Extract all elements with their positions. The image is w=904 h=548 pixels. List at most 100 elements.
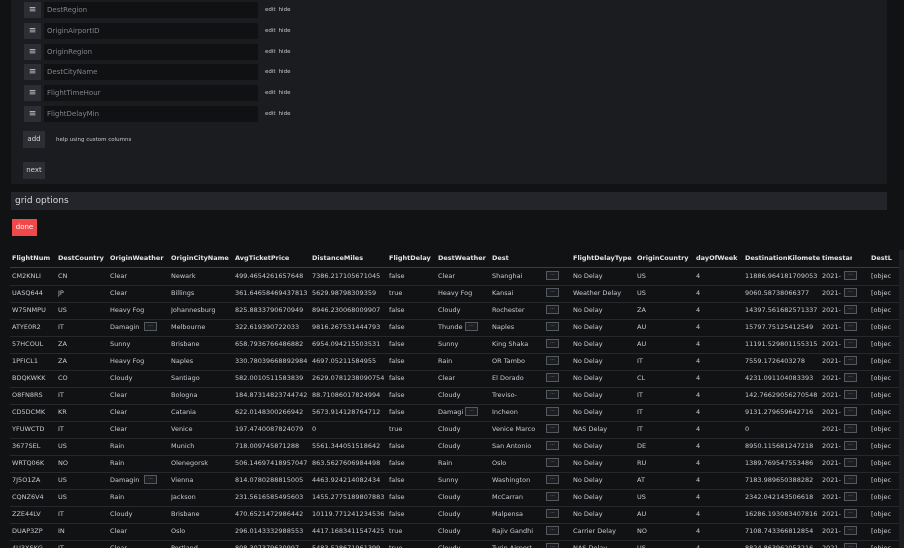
cell-destweather: Cloudy — [438, 442, 461, 450]
destweather-more-button[interactable]: ··· — [465, 322, 478, 331]
cell-distancemiles: 5673.914128764712 — [312, 408, 381, 416]
column-header-flightdelay[interactable]: FlightDelay — [389, 250, 436, 267]
timestamp-more-button[interactable]: ··· — [844, 322, 857, 331]
drag-handle-icon[interactable]: ≡ — [24, 44, 41, 60]
edit-link[interactable]: edit — [265, 90, 276, 96]
row-actions: edit hide — [265, 2, 293, 18]
dest-more-button[interactable]: ··· — [546, 322, 559, 331]
column-header-destweather[interactable]: DestWeather — [438, 250, 488, 267]
edit-link[interactable]: edit — [265, 49, 276, 55]
column-header-flightnum[interactable]: FlightNum — [12, 250, 56, 267]
timestamp-more-button[interactable]: ··· — [844, 339, 857, 348]
timestamp-more-button[interactable]: ··· — [844, 356, 857, 365]
drag-handle-icon[interactable]: ≡ — [24, 2, 41, 18]
cell-flightdelay: true — [389, 527, 403, 535]
timestamp-more-button[interactable]: ··· — [844, 458, 857, 467]
cell-destinationkilometers: 1389.769547553486 — [745, 459, 814, 467]
cell-distancemiles: 0 — [312, 425, 317, 433]
dest-more-button[interactable]: ··· — [546, 475, 559, 484]
dest-more-button[interactable]: ··· — [546, 526, 559, 535]
originweather-more-button[interactable]: ··· — [144, 322, 157, 331]
column-header-distancemiles[interactable]: DistanceMiles — [312, 250, 387, 267]
column-header-originweather[interactable]: OriginWeather — [110, 250, 168, 267]
dest-more-button[interactable]: ··· — [546, 543, 559, 548]
timestamp-more-button[interactable]: ··· — [844, 407, 857, 416]
column-name-input[interactable] — [44, 44, 258, 60]
column-name-input[interactable] — [44, 64, 258, 80]
hide-link[interactable]: hide — [279, 7, 291, 13]
dest-more-button[interactable]: ··· — [546, 373, 559, 382]
timestamp-more-button[interactable]: ··· — [844, 475, 857, 484]
timestamp-more-button[interactable]: ··· — [844, 509, 857, 518]
cell-origincountry: US — [637, 289, 646, 297]
dest-more-button[interactable]: ··· — [546, 271, 559, 280]
dest-more-button[interactable]: ··· — [546, 492, 559, 501]
done-button[interactable]: done — [12, 219, 37, 236]
edit-link[interactable]: edit — [265, 28, 276, 34]
column-header-destinationkilometers[interactable]: DestinationKilometers — [745, 250, 820, 267]
dest-more-button[interactable]: ··· — [546, 509, 559, 518]
dest-more-button[interactable]: ··· — [546, 356, 559, 365]
cell-origincityname: Billings — [171, 289, 195, 297]
dest-more-button[interactable]: ··· — [546, 458, 559, 467]
column-name-input[interactable] — [44, 23, 258, 39]
column-header-timestamp[interactable]: timestamp — [822, 250, 852, 267]
timestamp-more-button[interactable]: ··· — [844, 543, 857, 548]
timestamp-more-button[interactable]: ··· — [844, 373, 857, 382]
column-header-destcountry[interactable]: DestCountry — [58, 250, 108, 267]
originweather-more-button[interactable]: ··· — [144, 475, 157, 484]
column-header-dest[interactable]: Dest — [492, 250, 548, 267]
destweather-more-button[interactable]: ··· — [465, 407, 478, 416]
table-row: YFUWCTD IT Clear Venice 197.4740087824079 0 tr… — [10, 421, 904, 439]
drag-handle-icon[interactable]: ≡ — [24, 23, 41, 39]
timestamp-more-button[interactable]: ··· — [844, 424, 857, 433]
cell-flightnum: CD5DCMK — [12, 408, 46, 416]
cell-avgticketprice: 658.7936766486882 — [235, 340, 304, 348]
grid-options-header[interactable]: grid options — [11, 192, 887, 210]
column-header-dayofweek[interactable]: dayOfWeek — [696, 250, 743, 267]
hide-link[interactable]: hide — [279, 69, 291, 75]
timestamp-more-button[interactable]: ··· — [844, 390, 857, 399]
dest-more-button[interactable]: ··· — [546, 339, 559, 348]
timestamp-more-button[interactable]: ··· — [844, 288, 857, 297]
help-custom-columns-link[interactable]: help using custom columns — [56, 137, 131, 143]
hide-link[interactable]: hide — [279, 28, 291, 34]
cell-flightdelay: false — [389, 323, 405, 331]
edit-link[interactable]: edit — [265, 69, 276, 75]
timestamp-more-button[interactable]: ··· — [844, 305, 857, 314]
column-name-input[interactable] — [44, 2, 258, 18]
cell-origincountry: US — [637, 493, 646, 501]
hide-link[interactable]: hide — [279, 90, 291, 96]
drag-handle-icon[interactable]: ≡ — [24, 64, 41, 80]
edit-link[interactable]: edit — [265, 7, 276, 13]
timestamp-more-button[interactable]: ··· — [844, 441, 857, 450]
dest-more-button[interactable]: ··· — [546, 288, 559, 297]
next-button[interactable]: next — [23, 162, 45, 179]
timestamp-more-button[interactable]: ··· — [844, 271, 857, 280]
cell-destcountry: JP — [58, 289, 64, 297]
timestamp-more-button[interactable]: ··· — [844, 492, 857, 501]
column-header-origincountry[interactable]: OriginCountry — [637, 250, 694, 267]
column-name-input[interactable] — [44, 85, 258, 101]
dest-more-button[interactable]: ··· — [546, 424, 559, 433]
edit-link[interactable]: edit — [265, 111, 276, 117]
add-column-button[interactable]: add — [23, 131, 45, 148]
cell-destcountry: KR — [58, 408, 67, 416]
column-header-flightdelaytype[interactable]: FlightDelayType — [573, 250, 635, 267]
table-row: 1PFICL1 ZA Heavy Fog Naples 330.780396688929… — [10, 353, 904, 371]
column-header-origincityname[interactable]: OriginCityName — [171, 250, 233, 267]
column-header-avgticketprice[interactable]: AvgTicketPrice — [235, 250, 310, 267]
cell-destweather: Cloudy — [438, 391, 461, 399]
drag-handle-icon[interactable]: ≡ — [24, 106, 41, 122]
table-row: CQNZ6V4 US Rain Jackson 231.5616585495603 145… — [10, 489, 904, 507]
dest-more-button[interactable]: ··· — [546, 441, 559, 450]
hide-link[interactable]: hide — [279, 49, 291, 55]
drag-handle-icon[interactable]: ≡ — [24, 85, 41, 101]
hide-link[interactable]: hide — [279, 111, 291, 117]
dest-more-button[interactable]: ··· — [546, 390, 559, 399]
dest-more-button[interactable]: ··· — [546, 305, 559, 314]
dest-more-button[interactable]: ··· — [546, 407, 559, 416]
grid-scrollbar[interactable] — [899, 250, 904, 548]
timestamp-more-button[interactable]: ··· — [844, 526, 857, 535]
column-name-input[interactable] — [44, 106, 258, 122]
